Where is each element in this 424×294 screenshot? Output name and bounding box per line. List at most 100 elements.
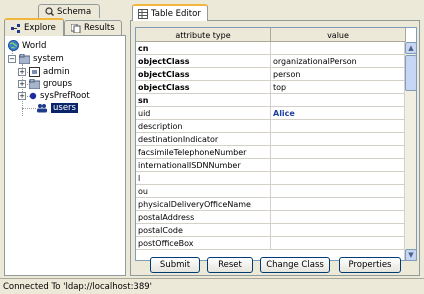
attribute-type-cell: facsimileTelephoneNumber (136, 146, 271, 159)
tree-node-system[interactable]: − system (8, 54, 64, 64)
attribute-value-cell[interactable] (271, 224, 406, 237)
table-row[interactable]: postalCode (136, 224, 406, 237)
attribute-value-cell[interactable] (271, 237, 406, 250)
attribute-type-cell: objectClass (136, 55, 271, 68)
tree-node-users[interactable]: users (36, 103, 78, 113)
attribute-type-cell: description (136, 120, 271, 133)
attribute-type-cell: objectClass (136, 68, 271, 81)
tab-results[interactable]: Results (64, 20, 122, 35)
table-row[interactable]: postalAddress (136, 211, 406, 224)
scroll-thumb[interactable] (405, 55, 416, 91)
column-header-value[interactable]: value (271, 28, 406, 42)
attribute-value-cell[interactable] (271, 94, 406, 107)
results-icon (71, 23, 81, 33)
tree-view[interactable]: World − system + admin + groups + sysPre… (4, 35, 126, 276)
attribute-value-cell[interactable] (271, 185, 406, 198)
attribute-type-cell: sn (136, 94, 271, 107)
tree-node-users-label: users (51, 103, 78, 113)
expand-icon[interactable]: + (18, 80, 26, 88)
scroll-up-icon[interactable]: ▲ (405, 42, 416, 54)
tree-node-admin-label: admin (43, 67, 70, 77)
table-row[interactable]: ou (136, 185, 406, 198)
globe-icon (8, 40, 19, 51)
table-row[interactable]: cn (136, 42, 406, 55)
vertical-scrollbar[interactable]: ▲ ▼ (404, 42, 416, 260)
attribute-table[interactable]: attribute type value cn objectClass organ… (135, 27, 417, 261)
table-row[interactable]: sn (136, 94, 406, 107)
attribute-type-cell: postalCode (136, 224, 271, 237)
properties-button[interactable]: Properties (339, 257, 401, 273)
table-row[interactable]: physicalDeliveryOfficeName (136, 198, 406, 211)
attribute-value-cell[interactable] (271, 159, 406, 172)
table-row[interactable]: destinationIndicator (136, 133, 406, 146)
attribute-value-cell[interactable] (271, 133, 406, 146)
table-row[interactable]: objectClass top (136, 81, 406, 94)
tree-node-groups-label: groups (43, 79, 73, 89)
expand-icon[interactable]: + (18, 92, 26, 100)
table-editor-panel: attribute type value cn objectClass organ… (130, 20, 420, 276)
dot-icon (29, 92, 37, 100)
status-bar: Connected To 'ldap://localhost:389' (0, 278, 424, 294)
table-row[interactable]: internationalISDNNumber (136, 159, 406, 172)
attribute-type-cell: physicalDeliveryOfficeName (136, 198, 271, 211)
attribute-value-cell[interactable]: organizationalPerson (271, 55, 406, 68)
folder-icon (19, 54, 30, 64)
table-row[interactable]: objectClass organizationalPerson (136, 55, 406, 68)
attribute-value-cell[interactable] (271, 120, 406, 133)
attribute-value-cell[interactable]: top (271, 81, 406, 94)
attribute-value-cell[interactable]: Alice (271, 107, 406, 120)
tab-results-label: Results (84, 23, 115, 33)
tab-schema[interactable]: Schema (38, 4, 100, 18)
tab-explore[interactable]: Explore (4, 18, 64, 36)
table-row[interactable]: objectClass person (136, 68, 406, 81)
users-icon (36, 103, 48, 113)
tree-node-world[interactable]: World (8, 40, 46, 51)
change-class-button[interactable]: Change Class (260, 257, 330, 273)
schema-icon (45, 7, 54, 16)
attribute-type-cell: internationalISDNNumber (136, 159, 271, 172)
entry-icon (29, 67, 40, 77)
attribute-type-cell: postOfficeBox (136, 237, 271, 250)
attribute-type-cell: l (136, 172, 271, 185)
attribute-type-cell: postalAddress (136, 211, 271, 224)
attribute-value-cell[interactable]: person (271, 68, 406, 81)
table-editor-icon (138, 8, 148, 19)
group-icon (29, 79, 40, 89)
table-row[interactable]: postOfficeBox (136, 237, 406, 250)
column-header-type[interactable]: attribute type (136, 28, 271, 42)
button-bar: Submit Reset Change Class Properties (131, 257, 421, 277)
attribute-value-cell[interactable] (271, 172, 406, 185)
tree-node-syspref[interactable]: + sysPrefRoot (18, 91, 90, 101)
table-row[interactable]: description (136, 120, 406, 133)
attribute-value-cell[interactable] (271, 42, 406, 55)
attribute-type-cell: destinationIndicator (136, 133, 271, 146)
explore-icon (11, 23, 21, 33)
attribute-value-cell[interactable] (271, 211, 406, 224)
reset-button[interactable]: Reset (207, 257, 253, 273)
tab-explore-label: Explore (24, 23, 56, 33)
tree-node-syspref-label: sysPrefRoot (40, 91, 90, 101)
table-row[interactable]: facsimileTelephoneNumber (136, 146, 406, 159)
attribute-type-cell: cn (136, 42, 271, 55)
submit-button[interactable]: Submit (150, 257, 200, 273)
table-row[interactable]: l (136, 172, 406, 185)
expand-icon[interactable]: + (18, 68, 26, 76)
table-row[interactable]: uid Alice (136, 107, 406, 120)
attribute-value-cell[interactable] (271, 198, 406, 211)
app-window: Schema Explore Results World − system + … (0, 0, 424, 294)
right-panel: Table Editor attribute type value cn obj… (128, 2, 422, 276)
tree-node-world-label: World (22, 40, 47, 51)
tree-node-system-label: system (33, 54, 64, 64)
left-panel: Schema Explore Results World − system + … (2, 2, 126, 276)
tab-table-editor[interactable]: Table Editor (132, 4, 208, 21)
table-body: cn objectClass organizationalPerson objec… (136, 42, 406, 250)
tree-node-groups[interactable]: + groups (18, 79, 72, 89)
tab-schema-label: Schema (57, 6, 92, 17)
attribute-type-cell: objectClass (136, 81, 271, 94)
tree-node-admin[interactable]: + admin (18, 67, 70, 77)
tab-table-editor-label: Table Editor (151, 8, 201, 19)
attribute-type-cell: uid (136, 107, 271, 120)
collapse-icon[interactable]: − (8, 55, 16, 63)
attribute-value-cell[interactable] (271, 146, 406, 159)
table-header: attribute type value (136, 28, 406, 42)
